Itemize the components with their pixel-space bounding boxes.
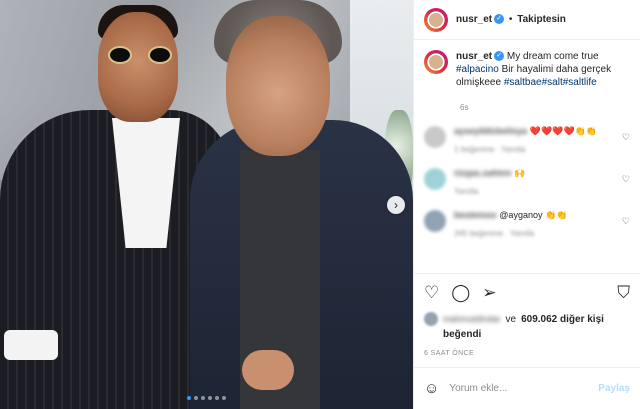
chevron-right-icon[interactable]: ›	[387, 196, 405, 214]
avatar	[424, 312, 438, 326]
comment-text: @ayganoy 👏👏	[499, 210, 568, 220]
comment-meta[interactable]: 345 beğenme · Yanıtla	[454, 229, 567, 238]
photo-person-right-face	[226, 16, 330, 156]
post-header: nusr_et ✓ • Takiptesin	[414, 0, 640, 40]
photo-sunglasses	[108, 46, 172, 64]
emoji-icon[interactable]: ☺	[424, 381, 439, 396]
photo-shirt-cuff	[4, 330, 58, 360]
list-item: rizqas.sahinn 🙌 Yanıtla ♡	[424, 168, 630, 196]
likes-count[interactable]: 609.062 diğer kişi	[521, 314, 604, 325]
caption-text-1: My dream come true	[506, 51, 599, 62]
carousel-dot	[222, 396, 226, 400]
photo-person-left-face	[98, 12, 178, 122]
comment-body: rizqas.sahinn 🙌 Yanıtla	[454, 168, 526, 196]
heart-icon[interactable]: ♡	[622, 174, 630, 185]
likes-connector: ve	[505, 313, 517, 325]
comment-body: bestemoo @ayganoy 👏👏 345 beğenme · Yanıt…	[454, 210, 567, 238]
caption-age: 6s	[460, 103, 469, 112]
carousel-dot	[194, 396, 198, 400]
verified-badge-icon: ✓	[494, 51, 505, 62]
carousel-dot	[187, 396, 191, 400]
caption-text: nusr_et ✓ My dream come true #alpacino Bi…	[456, 50, 630, 89]
comment-meta[interactable]: Yanıtla	[454, 187, 526, 196]
heart-icon[interactable]: ♡	[622, 216, 630, 227]
caption-username[interactable]: nusr_et	[456, 51, 492, 62]
hashtag-link[interactable]: #saltbae	[504, 77, 542, 88]
likes-summary[interactable]: mahmutdindar ve 609.062 diğer kişi	[424, 312, 630, 326]
avatar[interactable]	[424, 168, 446, 190]
comments-list[interactable]: nusr_et ✓ My dream come true #alpacino Bi…	[414, 40, 640, 273]
comment-composer: ☺ Paylaş	[414, 367, 640, 409]
list-item: bestemoo @ayganoy 👏👏 345 beğenme · Yanıt…	[424, 210, 630, 238]
comment-icon[interactable]: ◯	[451, 284, 470, 301]
comment-input[interactable]	[449, 383, 589, 394]
bookmark-icon[interactable]: ⛉	[617, 284, 630, 301]
post-actions: ♡ ◯ ➢ ⛉ mahmutdindar ve 609.062 diğer ki…	[414, 273, 640, 357]
avatar[interactable]	[424, 50, 448, 74]
post-photo[interactable]: ›	[0, 0, 413, 409]
comment-meta[interactable]: 1 beğenme · Yanıtla	[454, 145, 597, 154]
comment-username[interactable]: rizqas.sahinn	[454, 168, 512, 178]
post-side-panel: nusr_et ✓ • Takiptesin nusr_et ✓ My dream …	[413, 0, 640, 409]
comment-text: ❤️❤️❤️❤️👏👏	[529, 126, 598, 136]
follow-status-button[interactable]: Takiptesin	[517, 14, 566, 25]
liker-username[interactable]: mahmutdindar	[443, 314, 501, 324]
photo-hand	[242, 350, 294, 390]
verified-badge-icon: ✓	[494, 14, 505, 25]
comment-username[interactable]: bestemoo	[454, 210, 497, 220]
header-user: nusr_et ✓ • Takiptesin	[456, 14, 566, 25]
post-timestamp: 6 SAAT ÖNCE	[424, 350, 475, 357]
likes-suffix: beğendi	[443, 329, 482, 340]
hashtag-link[interactable]: #alpacino	[456, 64, 499, 75]
comment-username[interactable]: ayseyildizbelisya	[454, 126, 527, 136]
heart-icon[interactable]: ♡	[424, 284, 439, 301]
comment-text: 🙌	[514, 168, 526, 178]
carousel-dot	[215, 396, 219, 400]
comment-body: ayseyildizbelisya ❤️❤️❤️❤️👏👏 1 beğenme ·…	[454, 126, 597, 154]
hashtag-link[interactable]: #salt	[542, 77, 563, 88]
carousel-dots	[0, 396, 413, 400]
avatar[interactable]	[424, 210, 446, 232]
avatar[interactable]	[424, 126, 446, 148]
instagram-post-view: › nusr_et ✓ • Takiptesin nusr_et ✓ My dr…	[0, 0, 640, 409]
hashtag-link[interactable]: #saltlife	[563, 77, 597, 88]
separator: •	[508, 14, 513, 25]
post-comment-button[interactable]: Paylaş	[598, 383, 630, 394]
carousel-dot	[208, 396, 212, 400]
carousel-dot	[201, 396, 205, 400]
list-item: ayseyildizbelisya ❤️❤️❤️❤️👏👏 1 beğenme ·…	[424, 126, 630, 154]
username-link[interactable]: nusr_et	[456, 14, 492, 25]
heart-icon[interactable]: ♡	[622, 132, 630, 143]
avatar[interactable]	[424, 7, 448, 32]
share-icon[interactable]: ➢	[482, 284, 496, 301]
post-caption: nusr_et ✓ My dream come true #alpacino Bi…	[424, 50, 630, 89]
action-icons: ♡ ◯ ➢ ⛉	[424, 280, 630, 304]
